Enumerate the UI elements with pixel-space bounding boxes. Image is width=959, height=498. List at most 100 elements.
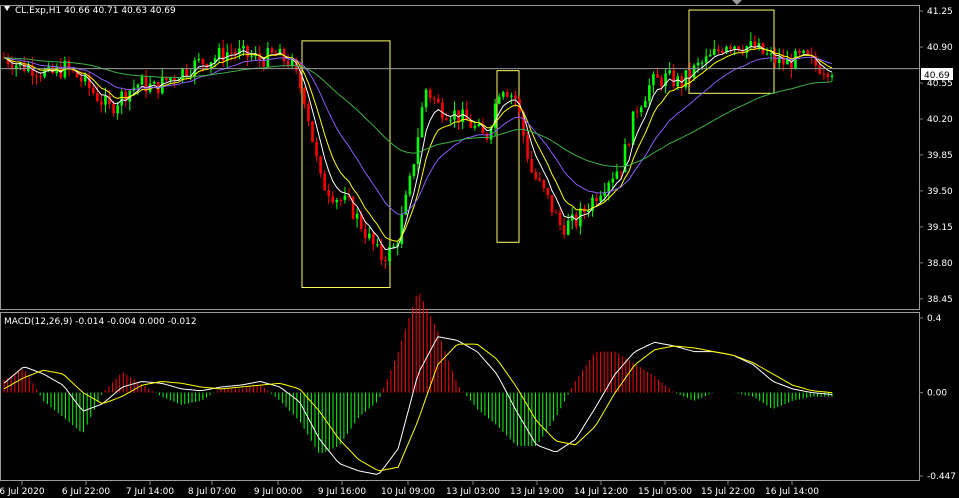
candle-body — [266, 48, 270, 67]
chart-canvas: 41.2540.9040.5540.2039.8539.5039.1538.80… — [0, 0, 956, 497]
candle-body — [558, 212, 562, 225]
candle-body — [116, 105, 119, 114]
candle-body — [217, 48, 221, 59]
x-axis: 6 Jul 2020 6 Jul 22:00 7 Jul 14:00 8 Jul 07… — [0, 481, 819, 497]
macd-y-tick-label: -0.447 — [927, 472, 956, 482]
candle-body — [477, 124, 481, 126]
candle-body — [562, 224, 566, 235]
candle-body — [652, 73, 655, 86]
shift-marker-icon[interactable] — [732, 0, 742, 5]
candle-body — [554, 212, 558, 214]
candle-body — [692, 65, 696, 78]
candle-body — [416, 137, 420, 165]
candle-body — [526, 135, 529, 160]
candle-body — [408, 176, 412, 195]
candle-body — [505, 92, 509, 97]
candle-body — [412, 164, 416, 177]
candle-body — [315, 141, 318, 157]
macd-y-tick-label: 0.00 — [927, 389, 947, 399]
candle-body — [140, 76, 144, 85]
x-tick-label: 6 Jul 22:00 — [62, 487, 111, 497]
candle-body — [449, 119, 452, 121]
candle-body — [246, 45, 249, 58]
candle-body — [510, 95, 513, 97]
candle-body — [120, 91, 124, 106]
candle-body — [35, 75, 38, 77]
x-tick-label: 15 Jul 05:00 — [638, 487, 692, 497]
candle-body — [627, 144, 631, 146]
candle-body — [112, 103, 115, 114]
candle-body — [372, 233, 375, 245]
candle-body — [250, 56, 253, 58]
candle-body — [201, 58, 205, 64]
x-tick-label: 13 Jul 03:00 — [446, 487, 500, 497]
candle-body — [91, 88, 95, 94]
candle-body — [717, 49, 720, 51]
candle-body — [708, 54, 712, 57]
candle-body — [749, 41, 753, 47]
candle-body — [631, 111, 635, 145]
candle-body — [733, 46, 736, 49]
candle-body — [319, 156, 322, 174]
candle-body — [286, 61, 290, 66]
candle-body — [420, 107, 424, 138]
candle-body — [822, 73, 826, 75]
candle-body — [566, 220, 570, 235]
y-tick-label: 39.85 — [927, 151, 953, 161]
candle-body — [497, 96, 501, 104]
x-tick-label: 8 Jul 07:00 — [188, 487, 237, 497]
candle-body — [43, 70, 46, 77]
candle-body — [79, 77, 83, 82]
candle-body — [802, 50, 805, 54]
candle-body — [173, 77, 176, 81]
x-tick-label: 9 Jul 16:00 — [318, 487, 367, 497]
candle-body — [530, 159, 533, 173]
candle-body — [424, 89, 428, 108]
candle-body — [197, 58, 201, 61]
candle-body — [343, 195, 347, 201]
candle-body — [445, 118, 448, 120]
candle-body — [660, 77, 663, 87]
candle-body — [550, 195, 554, 213]
macd-header: MACD(12,26,9) -0.014 -0.004 0.000 -0.012 — [4, 317, 197, 327]
y-tick-label: 41.25 — [927, 7, 953, 17]
candle-body — [611, 178, 615, 183]
candle-body — [595, 197, 598, 202]
x-tick-label: 15 Jul 22:00 — [701, 487, 755, 497]
candle-body — [798, 51, 801, 54]
y-tick-label: 39.50 — [927, 187, 953, 197]
candle-body — [534, 172, 538, 179]
candle-body — [542, 180, 546, 189]
candle-body — [538, 178, 542, 181]
candle-body — [303, 88, 306, 105]
y-tick-label: 40.20 — [927, 115, 953, 125]
candle-body — [656, 73, 659, 78]
x-tick-label: 16 Jul 14:00 — [765, 487, 819, 497]
candle-body — [331, 196, 335, 203]
candle-body — [436, 98, 440, 103]
candle-body — [96, 93, 99, 102]
candle-body — [327, 190, 331, 197]
y-tick-label: 40.90 — [927, 43, 953, 53]
candle-body — [100, 101, 103, 105]
candle-body — [335, 200, 339, 203]
candle-body — [380, 244, 383, 260]
candle-body — [546, 188, 550, 196]
candle-body — [729, 46, 732, 49]
y-tick-label: 38.45 — [927, 295, 953, 305]
candle-body — [242, 45, 245, 49]
candle-body — [363, 229, 367, 239]
main-header: CL.Exp,H1 40.66 40.71 40.63 40.69 — [15, 6, 176, 16]
candle-body — [428, 89, 432, 99]
candle-body — [712, 49, 716, 55]
candle-body — [818, 65, 822, 74]
candle-body — [615, 171, 619, 179]
candle-body — [648, 85, 651, 101]
candle-body — [367, 233, 371, 239]
candle-body — [152, 81, 156, 84]
candle-body — [514, 95, 517, 99]
candle-body — [339, 200, 343, 202]
x-tick-label: 14 Jul 12:00 — [574, 487, 628, 497]
price-badge: 40.69 — [924, 71, 950, 81]
candle-body — [826, 73, 830, 77]
